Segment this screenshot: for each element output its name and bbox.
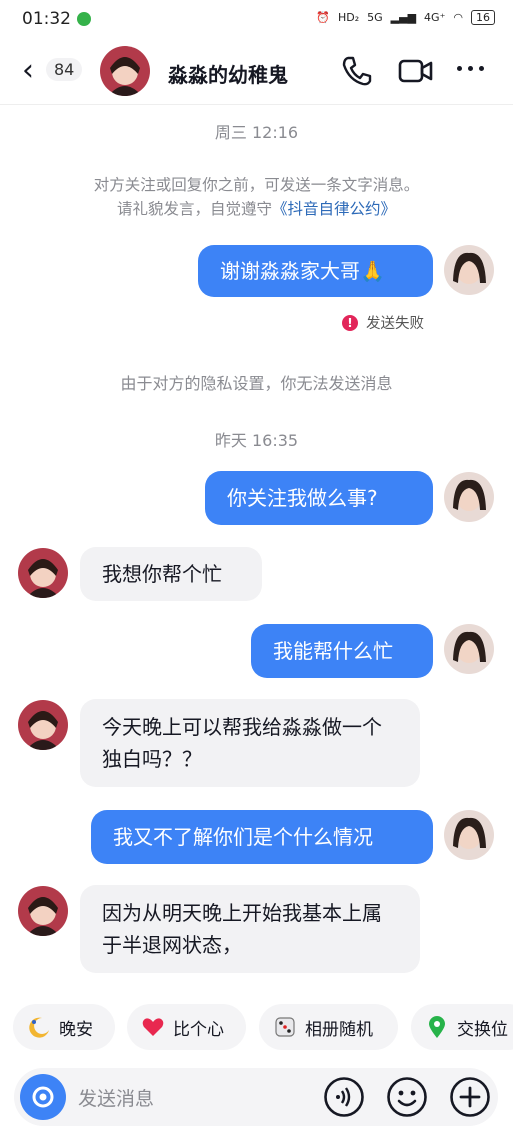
message-input[interactable]: 发送消息 [78, 1084, 154, 1111]
avatar-image [444, 472, 494, 522]
chip-label: 比个心 [173, 1019, 224, 1040]
my-avatar[interactable] [444, 472, 494, 522]
dice-icon [275, 1017, 295, 1037]
back-icon[interactable]: ‹ [22, 56, 34, 86]
notice-line-2: 请礼貌发言，自觉遵守《抖音自律公约》 [60, 197, 453, 221]
avatar-image [444, 624, 494, 674]
timestamp: 周三 12:16 [214, 123, 299, 142]
message-bubble-incoming[interactable]: 我想你帮个忙 [80, 547, 262, 601]
chip-good-night[interactable]: 晚安 [13, 1004, 115, 1050]
message-bubble-incoming[interactable]: 因为从明天晚上开始我基本上属于半退网状态， [80, 885, 420, 973]
net2-label: 4G⁺ [424, 11, 446, 24]
message-bubble-outgoing[interactable]: 谢谢淼淼家大哥🙏 [198, 245, 433, 297]
chip-random-album[interactable]: 相册随机 [259, 1004, 398, 1050]
message-bubble-outgoing[interactable]: 我又不了解你们是个什么情况 [91, 810, 433, 864]
error-icon: ! [342, 314, 358, 331]
avatar-image [444, 810, 494, 860]
message-bubble-outgoing[interactable]: 你关注我做么事? [205, 471, 433, 525]
message-bubble-outgoing[interactable]: 我能帮什么忙 [251, 624, 433, 678]
moon-icon [29, 1017, 49, 1038]
notice-line-1: 对方关注或回复你之前，可发送一条文字消息。 [93, 176, 420, 194]
follow-notice: 对方关注或回复你之前，可发送一条文字消息。 请礼貌发言，自觉遵守《抖音自律公约》 [60, 173, 453, 221]
quick-reply-bar: 晚安 比个心 相册随机 交换位 [0, 1004, 513, 1050]
chip-heart[interactable]: 比个心 [127, 1004, 246, 1050]
my-avatar[interactable] [444, 245, 494, 295]
alarm-icon: ⏰ [316, 11, 330, 24]
send-failed-label: 发送失败 [366, 316, 424, 332]
wifi-icon: ◠ [453, 11, 463, 24]
my-avatar[interactable] [444, 810, 494, 860]
chip-label: 交换位 [457, 1019, 508, 1040]
chip-exchange-location[interactable]: 交换位 [411, 1004, 513, 1050]
notice-text: 请礼貌发言，自觉遵守 [116, 200, 272, 218]
privacy-notice: 由于对方的隐私设置，你无法发送消息 [120, 374, 393, 393]
chip-label: 相册随机 [305, 1019, 373, 1040]
contact-avatar[interactable] [18, 548, 68, 598]
chip-label: 晚安 [59, 1019, 93, 1040]
more-options-icon[interactable] [457, 66, 484, 71]
avatar-image [18, 548, 68, 598]
camera-icon [32, 1086, 54, 1108]
location-pin-icon [429, 1016, 445, 1038]
message-bubble-incoming[interactable]: 今天晚上可以帮我给淼淼做一个独白吗？？ [80, 699, 420, 787]
heart-icon [142, 1018, 164, 1036]
status-indicators: ⏰ HD₂ 5G ▂▄▆ 4G⁺ ◠ 16 [316, 10, 495, 25]
avatar-image [100, 46, 150, 96]
unread-count-badge[interactable]: 84 [46, 58, 83, 81]
camera-button[interactable] [20, 1074, 66, 1120]
net1-label: 5G [367, 11, 383, 24]
contact-avatar[interactable] [18, 700, 68, 750]
avatar-image [18, 700, 68, 750]
contact-avatar[interactable] [18, 886, 68, 936]
voice-input-icon[interactable] [323, 1076, 365, 1118]
video-call-icon[interactable] [398, 56, 434, 86]
signal-icon: ▂▄▆ [390, 11, 417, 24]
community-guidelines-link[interactable]: 《抖音自律公约》 [272, 200, 396, 218]
avatar-image [18, 886, 68, 936]
status-bar: 01:32 ⏰ HD₂ 5G ▂▄▆ 4G⁺ ◠ 16 [0, 0, 513, 40]
contact-avatar[interactable] [100, 46, 150, 96]
contact-name[interactable]: 淼淼的幼稚鬼 [168, 59, 288, 88]
plus-icon[interactable] [449, 1076, 491, 1118]
message-input-bar: 发送消息 [14, 1068, 498, 1126]
app-notification-icon [77, 12, 91, 26]
timestamp: 昨天 16:35 [214, 431, 299, 450]
chat-header: ‹ 84 淼淼的幼稚鬼 [0, 40, 513, 105]
battery-icon: 16 [471, 10, 495, 25]
avatar-image [444, 245, 494, 295]
send-failed-indicator[interactable]: ! 发送失败 [342, 312, 424, 333]
my-avatar[interactable] [444, 624, 494, 674]
hd-label: HD₂ [337, 11, 360, 24]
emoji-icon[interactable] [386, 1076, 428, 1118]
phone-call-icon[interactable] [340, 54, 374, 88]
status-time: 01:32 [22, 9, 71, 29]
